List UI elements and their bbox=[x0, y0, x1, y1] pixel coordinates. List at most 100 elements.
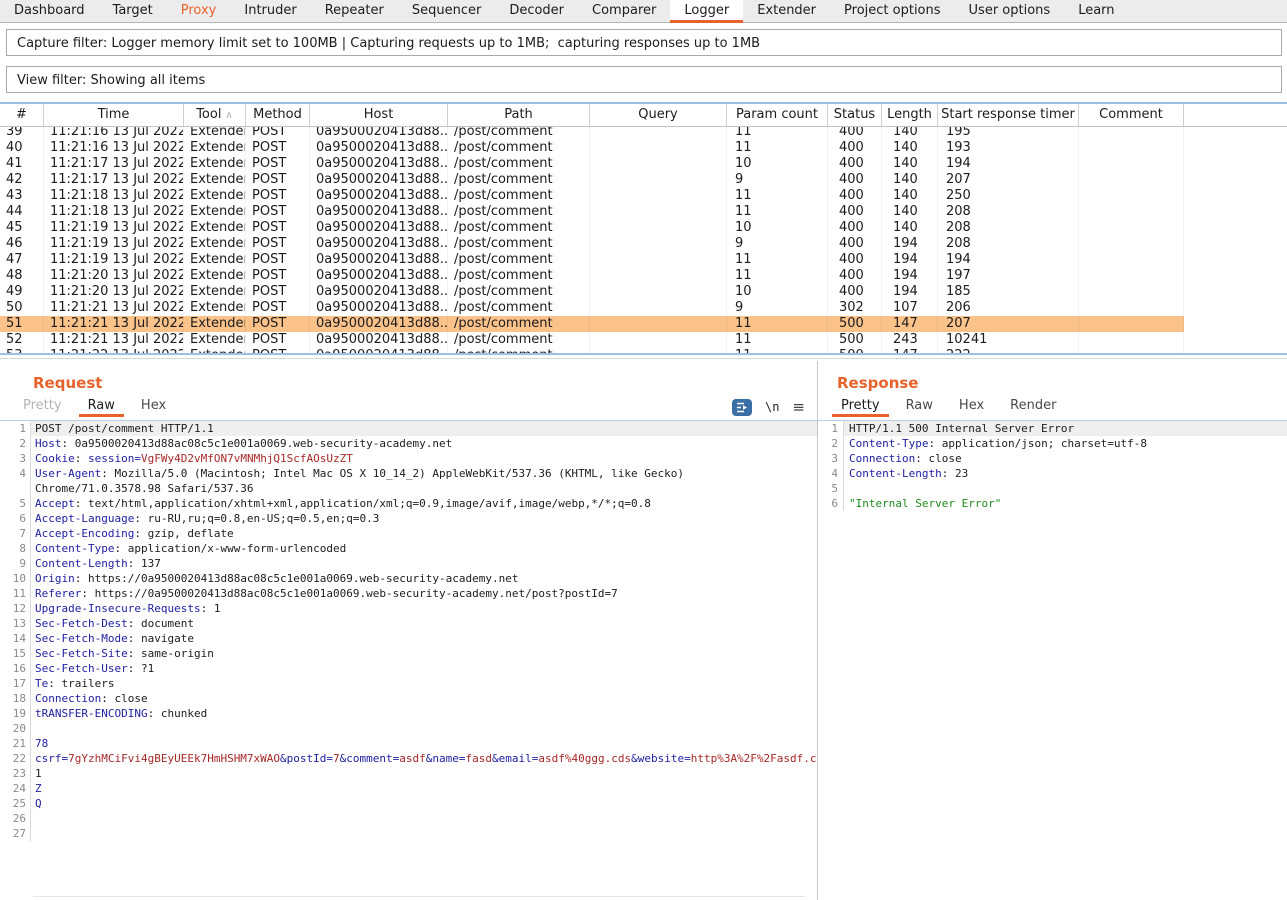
table-header: #TimeTool∧MethodHostPathQueryParam count… bbox=[0, 104, 1287, 127]
menu-item-target[interactable]: Target bbox=[99, 0, 167, 23]
cell-timer: 206 bbox=[938, 300, 1079, 316]
cell-comment bbox=[1079, 252, 1184, 268]
table-row[interactable]: 5011:21:21 13 Jul 2022ExtenderPOST0a9500… bbox=[0, 300, 1184, 316]
code-line: 14Sec-Fetch-Mode: navigate bbox=[0, 631, 817, 646]
line-number: 10 bbox=[0, 571, 31, 586]
request-tab-pretty[interactable]: Pretty bbox=[14, 396, 71, 417]
cell-param-count: 11 bbox=[727, 188, 828, 204]
cell-num: 45 bbox=[0, 220, 44, 236]
cell-query bbox=[590, 252, 727, 268]
table-row[interactable]: 4511:21:19 13 Jul 2022ExtenderPOST0a9500… bbox=[0, 220, 1184, 236]
code-line: 6"Internal Server Error" bbox=[818, 496, 1287, 511]
horizontal-splitter[interactable] bbox=[0, 358, 1287, 359]
column-header-query[interactable]: Query bbox=[590, 104, 727, 126]
column-header-comment[interactable]: Comment bbox=[1079, 104, 1184, 126]
cell-timer: 222 bbox=[938, 348, 1079, 354]
column-header-path[interactable]: Path bbox=[448, 104, 590, 126]
request-tab-hex[interactable]: Hex bbox=[132, 396, 175, 417]
cell-num: 51 bbox=[0, 316, 44, 332]
cell-comment bbox=[1079, 332, 1184, 348]
code-line: 5Accept: text/html,application/xhtml+xml… bbox=[0, 496, 817, 511]
table-row[interactable]: 5211:21:21 13 Jul 2022ExtenderPOST0a9500… bbox=[0, 332, 1184, 348]
line-number: 1 bbox=[818, 421, 844, 436]
line-number: 11 bbox=[0, 586, 31, 601]
cell-param-count: 11 bbox=[727, 268, 828, 284]
cell-query bbox=[590, 188, 727, 204]
cell-method: POST bbox=[246, 236, 310, 252]
cell-param-count: 11 bbox=[727, 140, 828, 156]
hamburger-menu-icon[interactable]: ≡ bbox=[792, 398, 805, 416]
code-line: 2Content-Type: application/json; charset… bbox=[818, 436, 1287, 451]
table-row[interactable]: 4111:21:17 13 Jul 2022ExtenderPOST0a9500… bbox=[0, 156, 1184, 172]
pretty-print-icon[interactable] bbox=[732, 399, 752, 416]
line-number: 19 bbox=[0, 706, 31, 721]
cell-path: /post/comment bbox=[448, 268, 590, 284]
cell-tool: Extender bbox=[184, 332, 246, 348]
table-row[interactable]: 3911:21:16 13 Jul 2022ExtenderPOST0a9500… bbox=[0, 127, 1184, 140]
column-header-host[interactable]: Host bbox=[310, 104, 448, 126]
menu-item-intruder[interactable]: Intruder bbox=[230, 0, 310, 23]
table-row[interactable]: 4211:21:17 13 Jul 2022ExtenderPOST0a9500… bbox=[0, 172, 1184, 188]
line-number: 2 bbox=[818, 436, 844, 451]
response-tab-hex[interactable]: Hex bbox=[950, 396, 993, 417]
table-row[interactable]: 4811:21:20 13 Jul 2022ExtenderPOST0a9500… bbox=[0, 268, 1184, 284]
code-text: Host: 0a9500020413d88ac08c5c1e001a0069.w… bbox=[31, 436, 817, 451]
menu-item-comparer[interactable]: Comparer bbox=[578, 0, 670, 23]
menu-item-extender[interactable]: Extender bbox=[743, 0, 830, 23]
newline-icon[interactable]: \n bbox=[765, 400, 779, 414]
menu-item-proxy[interactable]: Proxy bbox=[167, 0, 231, 23]
column-header-param-count[interactable]: Param count bbox=[727, 104, 828, 126]
menu-item-project-options[interactable]: Project options bbox=[830, 0, 955, 23]
code-text: Accept-Language: ru-RU,ru;q=0.8,en-US;q=… bbox=[31, 511, 817, 526]
request-toolbar: \n ≡ bbox=[732, 398, 805, 416]
table-row[interactable]: 4711:21:19 13 Jul 2022ExtenderPOST0a9500… bbox=[0, 252, 1184, 268]
view-filter-bar[interactable]: View filter: Showing all items bbox=[6, 66, 1282, 93]
cell-time: 11:21:18 13 Jul 2022 bbox=[44, 188, 184, 204]
menu-item-dashboard[interactable]: Dashboard bbox=[0, 0, 99, 23]
table-row[interactable]: 4911:21:20 13 Jul 2022ExtenderPOST0a9500… bbox=[0, 284, 1184, 300]
column-header--[interactable]: # bbox=[0, 104, 44, 126]
menu-item-repeater[interactable]: Repeater bbox=[311, 0, 398, 23]
column-header-length[interactable]: Length bbox=[882, 104, 938, 126]
cell-method: POST bbox=[246, 220, 310, 236]
cell-num: 42 bbox=[0, 172, 44, 188]
table-row[interactable]: 5111:21:21 13 Jul 2022ExtenderPOST0a9500… bbox=[0, 316, 1184, 332]
table-row[interactable]: 4611:21:19 13 Jul 2022ExtenderPOST0a9500… bbox=[0, 236, 1184, 252]
table-row[interactable]: 4411:21:18 13 Jul 2022ExtenderPOST0a9500… bbox=[0, 204, 1184, 220]
cell-query bbox=[590, 172, 727, 188]
response-editor[interactable]: 1HTTP/1.1 500 Internal Server Error2Cont… bbox=[818, 421, 1287, 900]
menu-item-sequencer[interactable]: Sequencer bbox=[398, 0, 495, 23]
cell-status: 400 bbox=[828, 156, 882, 172]
column-header-status[interactable]: Status bbox=[828, 104, 882, 126]
code-line: 3Connection: close bbox=[818, 451, 1287, 466]
table-row[interactable]: 5311:21:22 13 Jul 2022ExtenderPOST0a9500… bbox=[0, 348, 1184, 354]
column-header-start-response-timer[interactable]: Start response timer bbox=[938, 104, 1079, 126]
table-row[interactable]: 4011:21:16 13 Jul 2022ExtenderPOST0a9500… bbox=[0, 140, 1184, 156]
cell-tool: Extender bbox=[184, 252, 246, 268]
cell-tool: Extender bbox=[184, 284, 246, 300]
cell-query bbox=[590, 268, 727, 284]
response-tab-pretty[interactable]: Pretty bbox=[832, 396, 889, 417]
cell-param-count: 11 bbox=[727, 252, 828, 268]
column-header-tool[interactable]: Tool∧ bbox=[184, 104, 246, 126]
menu-item-learn[interactable]: Learn bbox=[1064, 0, 1128, 23]
cell-path: /post/comment bbox=[448, 316, 590, 332]
menu-item-decoder[interactable]: Decoder bbox=[495, 0, 578, 23]
cell-num: 43 bbox=[0, 188, 44, 204]
response-tab-raw[interactable]: Raw bbox=[897, 396, 942, 417]
cell-time: 11:21:21 13 Jul 2022 bbox=[44, 300, 184, 316]
response-tab-render[interactable]: Render bbox=[1001, 396, 1065, 417]
request-editor[interactable]: 1POST /post/comment HTTP/1.12Host: 0a950… bbox=[0, 421, 817, 900]
cell-path: /post/comment bbox=[448, 284, 590, 300]
cell-param-count: 11 bbox=[727, 332, 828, 348]
table-row[interactable]: 4311:21:18 13 Jul 2022ExtenderPOST0a9500… bbox=[0, 188, 1184, 204]
column-header-method[interactable]: Method bbox=[246, 104, 310, 126]
column-header-time[interactable]: Time bbox=[44, 104, 184, 126]
capture-filter-bar[interactable]: Capture filter: Logger memory limit set … bbox=[6, 29, 1282, 56]
cell-comment bbox=[1079, 268, 1184, 284]
menu-item-user-options[interactable]: User options bbox=[955, 0, 1065, 23]
line-number: 25 bbox=[0, 796, 31, 811]
request-tab-raw[interactable]: Raw bbox=[79, 396, 124, 417]
menu-item-logger[interactable]: Logger bbox=[670, 0, 743, 23]
code-line: 10Origin: https://0a9500020413d88ac08c5c… bbox=[0, 571, 817, 586]
